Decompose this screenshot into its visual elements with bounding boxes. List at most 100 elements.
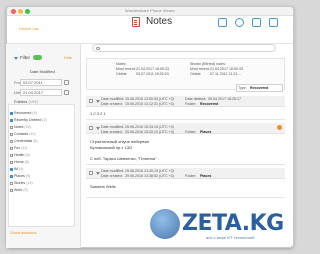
globe-icon xyxy=(150,209,180,239)
folder-checkbox[interactable] xyxy=(10,118,13,122)
note-body: Строительный onlyne набережн xyxy=(90,139,150,144)
shown-notes-label: Shown (filtered) notes: xyxy=(190,62,226,66)
folder-checkbox[interactable] xyxy=(10,153,13,157)
expand-icon[interactable] xyxy=(96,126,100,130)
type-value: Recovered xyxy=(250,86,269,90)
watermark-subtitle: все о мире ИТ технологий xyxy=(206,235,255,240)
folder-checkbox[interactable] xyxy=(10,125,13,129)
folder-count: (12) xyxy=(29,132,36,136)
watermark-logo: ZETA.KG все о мире ИТ технологий xyxy=(150,205,290,245)
folder-checkbox[interactable] xyxy=(10,188,13,192)
folder-item[interactable]: Notes (39) xyxy=(10,125,31,129)
shown-oldest-label: Oldest: xyxy=(190,72,202,76)
filter-toggle[interactable] xyxy=(33,55,42,60)
folder-list: Recovered (4) Recently Deleted (2) Notes… xyxy=(8,104,75,227)
note-folder-value: Recovered xyxy=(200,102,219,106)
expand-icon[interactable] xyxy=(96,171,100,175)
folder-label: Credentials xyxy=(14,139,33,143)
folder-item[interactable]: IM (4) xyxy=(10,167,23,171)
phone-icon[interactable] xyxy=(235,18,244,27)
page-title: Notes xyxy=(146,16,173,27)
note-created-value: 25.06.2016 15:20:10 (UTC +3) xyxy=(125,130,174,134)
folder-checkbox[interactable] xyxy=(10,174,13,178)
folder-item[interactable]: Stories (14) xyxy=(10,181,33,185)
calendar-icon[interactable] xyxy=(218,18,227,27)
note-checkbox[interactable] xyxy=(89,171,93,175)
filter-label: Filter xyxy=(20,55,30,60)
folder-item[interactable]: Recently Deleted (2) xyxy=(10,118,47,122)
note-created-label: Date created: xyxy=(101,130,123,134)
notes-icon xyxy=(132,17,140,27)
folder-checkbox[interactable] xyxy=(10,111,13,115)
note-created-value: 15.06.2015 13:12:31 (UTC +3) xyxy=(125,102,174,106)
folder-item[interactable]: Credentials (8) xyxy=(10,139,38,143)
note-modified-value: 15.06.2015 13:50:30 (UTC +3) xyxy=(125,97,174,101)
folder-checkbox[interactable] xyxy=(10,181,13,185)
notes-label: Notes: xyxy=(116,62,127,66)
folder-count: (2) xyxy=(42,118,47,122)
folder-label: Recovered xyxy=(14,111,32,115)
type-label: Type: xyxy=(238,86,247,90)
warning-icon xyxy=(277,124,282,130)
from-calendar-icon[interactable] xyxy=(64,80,69,85)
back-button[interactable]: Device List xyxy=(19,26,39,31)
date-modified-label: Date Modified xyxy=(30,69,55,74)
folder-checkbox[interactable] xyxy=(10,132,13,136)
note-created-label: Date created: xyxy=(101,174,123,178)
expand-icon[interactable] xyxy=(96,99,100,103)
from-date-input[interactable]: 03.07.2011 xyxy=(20,79,62,86)
note-modified-label: Date modified: xyxy=(101,125,125,129)
note-checkbox[interactable] xyxy=(89,126,93,130)
folder-checkbox[interactable] xyxy=(10,139,13,143)
folder-label: Health xyxy=(14,153,25,157)
folder-checkbox[interactable] xyxy=(10,167,13,171)
most-recent-value: 21.04.2017 16:50:33 xyxy=(136,67,169,71)
folder-label: Contacts xyxy=(14,132,29,136)
folder-item[interactable]: Fun (11) xyxy=(10,146,28,150)
show-statistics-link[interactable]: Show statistics xyxy=(10,230,36,235)
folder-count: (14) xyxy=(26,181,33,185)
note-body: С неб. Тарасо Шевченко, "Платина" xyxy=(90,156,157,161)
messages-icon[interactable] xyxy=(252,18,261,27)
note-body: Булгаковский пр-т 13/2 xyxy=(90,145,133,150)
oldest-value: 03.07.2011 16:02:03 xyxy=(136,72,169,76)
search-input[interactable] xyxy=(92,44,276,52)
folder-item[interactable]: Contacts (12) xyxy=(10,132,36,136)
folder-item[interactable]: Home (8) xyxy=(10,160,29,164)
folder-label: Places xyxy=(14,174,25,178)
folder-label: Notes xyxy=(14,125,24,129)
note-modified-value: 29.06.2016 13:40:15 (UTC +3) xyxy=(125,169,174,173)
until-calendar-icon[interactable] xyxy=(64,90,69,95)
note-folder-value: Places xyxy=(200,174,212,178)
folder-label: Fun xyxy=(14,146,21,150)
folder-count: (3) xyxy=(23,188,28,192)
folder-count: (11) xyxy=(21,146,28,150)
folder-item[interactable]: Recovered (4) xyxy=(10,111,37,115)
notes-tab-icon[interactable] xyxy=(269,18,278,27)
watermark-text: ZETA.KG xyxy=(182,211,284,236)
folder-count: (9) xyxy=(25,174,31,178)
note-checkbox[interactable] xyxy=(89,99,93,103)
folder-label: Home xyxy=(14,160,24,164)
note-body: Sanders Wells xyxy=(90,184,116,189)
note-folder-label: Folder: xyxy=(185,102,197,106)
oldest-label: Oldest: xyxy=(116,72,128,76)
title-bar: Wondershare Phone Viewer xyxy=(7,7,293,16)
folder-count: (8) xyxy=(24,160,29,164)
until-date-input[interactable]: 21.04.2017 xyxy=(20,89,62,96)
note-modified-label: Date modified: xyxy=(101,97,125,101)
folder-item[interactable]: Health (5) xyxy=(10,153,30,157)
hide-filter-button[interactable]: Hide xyxy=(64,55,72,60)
note-folder-label: Folder: xyxy=(185,174,197,178)
most-recent-label: Most recent: xyxy=(116,67,136,71)
folder-count: (5) xyxy=(25,153,30,157)
folder-item[interactable]: Places (9) xyxy=(10,174,31,178)
search-icon xyxy=(96,46,100,50)
folder-checkbox[interactable] xyxy=(10,146,13,150)
folder-checkbox[interactable] xyxy=(10,160,13,164)
folder-count: (8) xyxy=(33,139,38,143)
folder-label: IM xyxy=(14,167,18,171)
note-folder-label: Folder: xyxy=(185,130,197,134)
folder-count: (4) xyxy=(32,111,37,115)
folder-item[interactable]: Work (3) xyxy=(10,188,28,192)
